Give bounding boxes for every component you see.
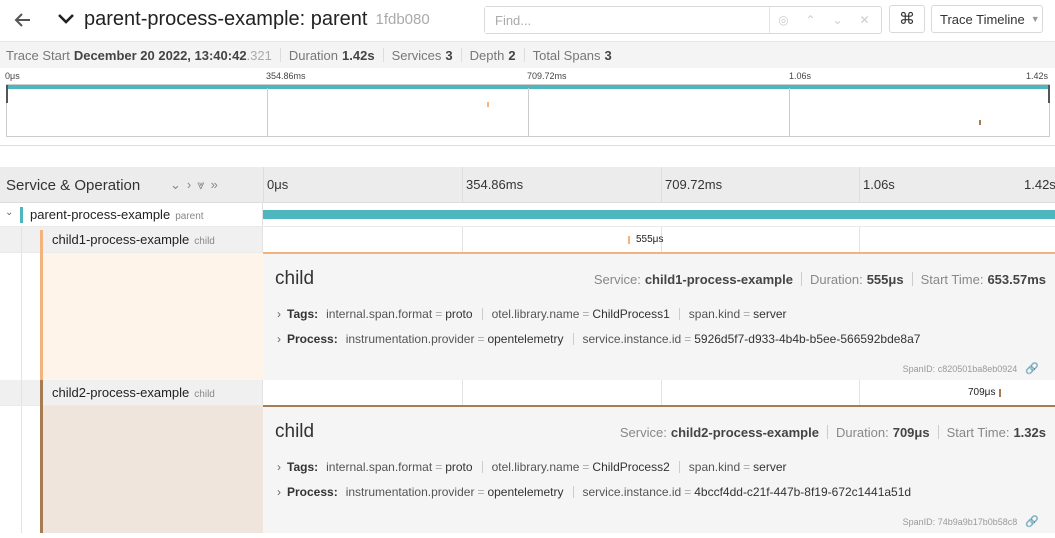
trace-minimap[interactable]: 0μs 354.86ms 709.72ms 1.06s 1.42s xyxy=(0,68,1055,146)
span-service-name: child1-process-example xyxy=(52,232,190,247)
minimap-right-handle[interactable] xyxy=(1048,85,1050,103)
span-name-cell: child2-process-example child xyxy=(0,380,263,406)
tags-row[interactable]: › Tags: internal.span.format = proto otel.… xyxy=(277,460,787,474)
trace-services: Services 3 xyxy=(391,47,453,63)
back-arrow-icon[interactable] xyxy=(10,8,36,32)
detail-meta: Service: child1-process-example Duration:… xyxy=(593,272,1046,287)
span-duration-label: 555μs xyxy=(636,234,664,245)
locate-icon[interactable]: ◎ xyxy=(770,7,797,33)
span-operation-name: child xyxy=(194,389,215,400)
expand-all-icon[interactable]: » xyxy=(211,177,218,193)
caret-down-icon: ▼ xyxy=(1030,14,1040,24)
command-icon: ⌘ xyxy=(899,11,915,28)
minimap-canvas[interactable] xyxy=(6,84,1050,137)
process-row[interactable]: › Process: instrumentation.provider = open… xyxy=(277,485,911,499)
minimap-span-child1 xyxy=(487,102,489,107)
collapse-all-icon[interactable]: ⩔ xyxy=(197,177,204,193)
minimap-tick: 709.72ms xyxy=(527,71,567,81)
timeline-tick: 0μs xyxy=(267,177,289,192)
trace-title: parent-process-example: parent xyxy=(84,7,368,30)
service-color-marker xyxy=(20,207,23,223)
service-color-marker xyxy=(40,230,43,253)
span-bar-parent[interactable] xyxy=(263,210,1055,219)
minimap-span-child2 xyxy=(979,120,981,125)
minimap-tick: 1.42s xyxy=(1026,71,1049,81)
span-operation-name: child xyxy=(194,236,215,247)
view-select-label: Trace Timeline xyxy=(940,11,1025,27)
span-detail-child2: child Service: child2-process-example Dur… xyxy=(263,405,1055,533)
trace-duration: Duration 1.42s xyxy=(288,47,375,63)
timeline-tick: 354.86ms xyxy=(466,177,524,192)
chevron-right-icon[interactable]: › xyxy=(277,460,281,474)
collapse-toggle-icon[interactable]: ⌄ xyxy=(5,207,13,218)
trace-header: parent-process-example: parent 1fdb080 ◎… xyxy=(0,0,1055,40)
span-detail-child1: child Service: child1-process-example Dur… xyxy=(263,252,1055,380)
minimap-tick: 1.06s xyxy=(789,71,812,81)
trace-summary: Trace Start December 20 2022, 13:40:42.3… xyxy=(0,41,1055,68)
span-bar-child1[interactable] xyxy=(627,236,630,244)
service-color-marker xyxy=(40,380,43,406)
timeline-tick: 1.06s xyxy=(863,177,895,192)
span-id: SpanID: 74b9a9b17b0b58c8 🔗 xyxy=(902,515,1039,528)
keyboard-shortcuts-button[interactable]: ⌘ xyxy=(889,5,925,33)
span-name-cell: child1-process-example child xyxy=(0,227,263,253)
trace-id: 1fdb080 xyxy=(375,10,430,28)
chevron-down-icon[interactable]: ⌄ xyxy=(824,7,851,33)
link-icon[interactable]: 🔗 xyxy=(1025,362,1039,375)
collapse-one-icon[interactable]: ⌄ xyxy=(170,177,181,193)
detail-meta: Service: child2-process-example Duration:… xyxy=(619,425,1046,440)
minimap-left-handle[interactable] xyxy=(6,85,8,103)
timeline-tick: 709.72ms xyxy=(665,177,723,192)
span-row-child2[interactable]: child2-process-example child 709μs xyxy=(0,380,1055,406)
span-name-cell: ⌄ parent-process-example parent xyxy=(0,203,263,226)
find-input[interactable] xyxy=(485,7,770,33)
span-service-name: child2-process-example xyxy=(52,385,190,400)
trace-depth: Depth 2 xyxy=(469,47,516,63)
timeline-header: Service & Operation ⌄ › ⩔ » 0μs 354.86ms… xyxy=(0,167,1055,203)
service-operation-label: Service & Operation xyxy=(6,177,141,194)
span-operation-name: parent xyxy=(175,211,204,222)
minimap-tick: 354.86ms xyxy=(266,71,306,81)
process-row[interactable]: › Process: instrumentation.provider = open… xyxy=(277,332,920,346)
trace-title-toggle[interactable]: parent-process-example: parent 1fdb080 xyxy=(56,5,430,33)
chevron-down-icon xyxy=(58,14,74,24)
link-icon[interactable]: 🔗 xyxy=(1025,515,1039,528)
span-row-parent[interactable]: ⌄ parent-process-example parent xyxy=(0,203,1055,227)
span-row-child1[interactable]: child1-process-example child 555μs xyxy=(0,227,1055,253)
trace-start: Trace Start December 20 2022, 13:40:42.3… xyxy=(6,47,272,63)
trace-total-spans: Total Spans 3 xyxy=(532,47,612,63)
span-service-name: parent-process-example xyxy=(30,207,171,222)
detail-title: child xyxy=(275,268,315,289)
tags-row[interactable]: › Tags: internal.span.format = proto otel.… xyxy=(277,307,787,321)
timeline-tick: 1.42s xyxy=(1024,177,1055,192)
span-duration-label: 709μs xyxy=(968,387,996,398)
chevron-right-icon[interactable]: › xyxy=(277,485,281,499)
find-box: ◎ ⌃ ⌄ ✕ xyxy=(484,6,882,34)
expand-one-icon[interactable]: › xyxy=(187,177,191,193)
chevron-right-icon[interactable]: › xyxy=(277,332,281,346)
chevron-right-icon[interactable]: › xyxy=(277,307,281,321)
close-icon[interactable]: ✕ xyxy=(851,7,878,33)
view-select[interactable]: Trace Timeline ▼ xyxy=(931,5,1043,33)
span-bar-child2[interactable] xyxy=(999,389,1002,397)
collapse-controls: ⌄ › ⩔ » xyxy=(170,177,218,193)
minimap-tick: 0μs xyxy=(5,71,20,81)
chevron-up-icon[interactable]: ⌃ xyxy=(797,7,824,33)
detail-title: child xyxy=(275,421,315,442)
span-id: SpanID: c820501ba8eb0924 🔗 xyxy=(902,362,1039,375)
